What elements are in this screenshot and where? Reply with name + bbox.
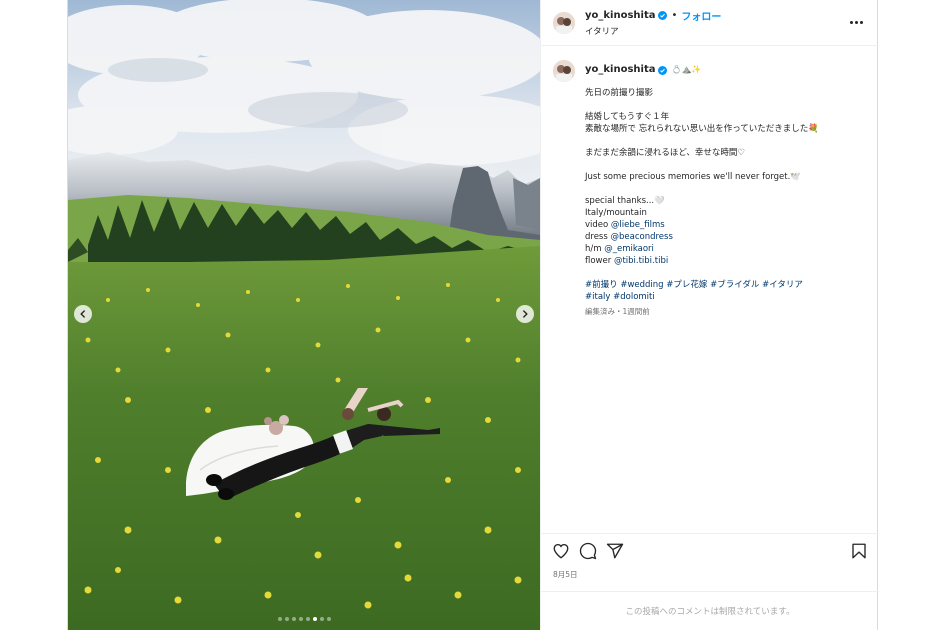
carousel-indicator [68,617,540,621]
caption-line: 素敵な場所で 忘れられない思い出を作っていただきました💐 [585,124,819,134]
credit-label: video [585,220,611,230]
chevron-right-icon [523,310,528,318]
post-date: 8月5日 [553,570,578,579]
caption-line: まだまだ余韻に浸れるほど、幸せな時間♡ [585,148,746,158]
credit-line: h/m @_emikaori [585,243,819,255]
carousel-prev-button[interactable] [74,305,92,323]
comments-restricted-notice: この投稿へのコメントは制限されています。 [541,591,879,630]
credit-line: dress @beacondress [585,231,819,243]
comment-button[interactable] [579,542,597,560]
verified-badge-icon [658,11,668,20]
wedding-photo [68,0,540,630]
more-horizontal-icon [850,21,853,24]
carousel-dot [284,617,289,621]
carousel-next-button[interactable] [516,305,534,323]
caption-avatar[interactable] [553,60,575,82]
avatar-image [553,60,575,82]
comment-icon [579,542,597,559]
caption-line: Italy/mountain [585,208,647,218]
caption-line: Just some precious memories we'll never … [585,172,801,182]
caption-meta: 編集済み・1週間前 [585,307,650,316]
carousel-dot [291,617,296,621]
hashtags-line-1[interactable]: #前撮り #wedding #プレ花嫁 #ブライダル #イタリア [585,279,819,291]
more-options-button[interactable] [846,17,867,28]
caption-header-emoji: 💍⛰️✨ [671,65,702,74]
caption-line: 結婚してもうすぐ１年 [585,112,670,122]
save-button[interactable] [850,542,868,560]
action-bar [541,533,879,567]
post-media[interactable] [68,0,540,630]
caption-line: special thanks...🤍 [585,196,665,206]
credit-handle-link[interactable]: @beacondress [611,232,673,242]
credit-handle-link[interactable]: @_emikaori [604,244,654,254]
caption-area: yo_kinoshita 💍⛰️✨ 先日の前撮り撮影結婚してもうすぐ１年素敵な場… [541,46,879,533]
credit-line: video @liebe_films [585,219,819,231]
credit-line: flower @tibi.tibi.tibi [585,255,819,267]
credit-label: dress [585,232,611,242]
carousel-dot [298,617,303,621]
caption-username[interactable]: yo_kinoshita [585,64,655,76]
share-icon [606,543,624,558]
credit-handle-link[interactable]: @tibi.tibi.tibi [614,256,668,266]
carousel-dot [326,617,331,621]
separator: • [671,10,678,21]
carousel-dot [305,617,310,621]
like-button[interactable] [552,542,570,560]
post-side-panel: yo_kinoshita • フォロー イタリア yo_kinoshita 💍⛰… [540,0,879,630]
hashtags-line-2[interactable]: #italy #dolomiti [585,291,819,303]
avatar-image [553,11,575,34]
location-link[interactable]: イタリア [585,25,721,37]
credit-label: h/m [585,244,605,254]
share-button[interactable] [606,542,624,560]
caption-text: yo_kinoshita 💍⛰️✨ 先日の前撮り撮影結婚してもうすぐ１年素敵な場… [585,60,819,318]
verified-badge-icon [658,65,668,75]
bookmark-icon [852,543,866,558]
follow-button[interactable]: フォロー [681,8,721,23]
avatar[interactable] [553,11,575,34]
post-header: yo_kinoshita • フォロー イタリア [541,0,879,46]
credit-handle-link[interactable]: @liebe_films [611,220,665,230]
carousel-dot [277,617,282,621]
chevron-left-icon [80,310,85,318]
username[interactable]: yo_kinoshita [585,10,655,21]
carousel-dot [319,617,324,621]
heart-icon [553,543,569,559]
credit-label: flower [585,256,614,266]
instagram-post: yo_kinoshita • フォロー イタリア yo_kinoshita 💍⛰… [67,0,879,630]
carousel-dot [312,617,317,621]
caption-line: 先日の前撮り撮影 [585,88,654,98]
